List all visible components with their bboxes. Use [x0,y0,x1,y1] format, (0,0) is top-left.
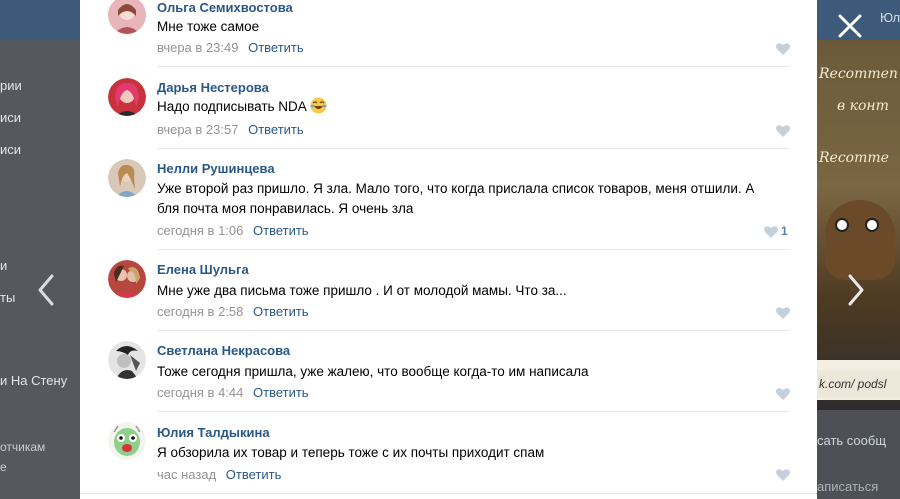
comment-text: Мне тоже самое [157,19,260,34]
background-menu-item: ты [0,290,16,305]
heart-icon[interactable] [775,387,791,401]
comment-text-content: Надо подписывать NDA [157,99,307,114]
comment-time[interactable]: сегодня в 2:58 [157,304,243,319]
joy-emoji-icon [310,97,327,114]
comment-item: Светлана Некрасова Тоже сегодня пришла, … [80,341,817,412]
comment-author[interactable]: Дарья Нестерова [157,80,269,95]
comment-text: Уже второй раз пришло. Я зла. Мало того,… [157,181,755,216]
comment-author[interactable]: Юлия Талдыкина [157,425,270,440]
background-user-name: Юл [880,10,900,25]
comment-meta: вчера в 23:49 Ответить [157,40,304,55]
comment-time[interactable]: вчера в 23:57 [157,122,238,137]
comment-meta: сегодня в 2:58 Ответить [157,304,309,319]
comment-text: Надо подписывать NDA [157,97,757,117]
background-menu-item: отчикам [0,440,46,454]
like-count: 1 [781,224,788,238]
background-post-image: Recommen в конт Recomme СЛУШ k.com/ pods… [817,40,900,410]
comment-author[interactable]: Елена Шульга [157,262,249,277]
reply-button[interactable]: Ответить [226,467,282,482]
divider [157,66,789,67]
reply-button[interactable]: Ответить [248,40,304,55]
heart-icon[interactable] [775,468,791,482]
divider [157,148,789,149]
comment-text: Тоже сегодня пришла, уже жалею, что вооб… [157,364,589,379]
comment-meta: час назад Ответить [157,467,281,482]
image-url: k.com/ podsl [817,370,900,398]
avatar[interactable] [108,78,146,116]
comment-author[interactable]: Ольга Семихвостова [157,0,293,15]
avatar[interactable] [108,159,146,197]
avatar[interactable] [108,341,146,379]
chevron-left-icon[interactable] [28,270,64,310]
divider [157,411,789,412]
background-menu-item: рии [0,78,22,93]
comment-item: Ольга Семихвостова Мне тоже самое вчера … [80,0,817,67]
comment-text: Мне уже два письма тоже пришло . И от мо… [157,283,567,298]
heart-icon[interactable] [775,124,791,138]
heart-icon[interactable] [775,42,791,56]
comment-author[interactable]: Светлана Некрасова [157,343,290,358]
background-menu-item: и [0,258,8,273]
comment-text: Я обзорила их товар и теперь тоже с их п… [157,445,545,460]
heart-icon[interactable] [763,225,779,239]
comment-time[interactable]: сегодня в 4:44 [157,385,243,400]
comment-meta: вчера в 23:57 Ответить [157,122,304,137]
comment-meta: сегодня в 1:06 Ответить [157,223,309,238]
comment-item: Дарья Нестерова Надо подписывать NDA вче… [80,78,817,149]
heart-icon[interactable] [775,306,791,320]
background-menu-item: и На Стену [0,373,68,388]
close-icon[interactable] [834,10,866,42]
background-menu-item: е [0,460,7,474]
reply-button[interactable]: Ответить [253,223,309,238]
reply-button[interactable]: Ответить [253,385,309,400]
background-menu-item: иси [0,110,22,125]
reply-button[interactable]: Ответить [253,304,309,319]
comment-author[interactable]: Нелли Рушинцева [157,161,275,176]
comment-item: Елена Шульга Мне уже два письма тоже при… [80,260,817,331]
comment-time[interactable]: час назад [157,467,216,482]
image-caption: Recommen [819,66,898,82]
comment-meta: сегодня в 4:44 Ответить [157,385,309,400]
avatar[interactable] [108,0,146,34]
comment-item: Нелли Рушинцева Уже второй раз пришло. Я… [80,159,817,250]
divider [157,249,789,250]
reply-button[interactable]: Ответить [248,122,304,137]
comments-panel: Ольга Семихвостова Мне тоже самое вчера … [80,0,817,499]
background-subscribe-button: аписаться [817,479,879,494]
image-caption: Recomme [819,150,889,166]
background-menu-item: иси [0,142,22,157]
divider [80,493,817,494]
background-send-message-button: сать сообщ [817,433,887,448]
avatar[interactable] [108,422,146,460]
chevron-right-icon[interactable] [838,270,874,310]
moose-illustration [825,200,895,280]
comment-item: Юлия Талдыкина Я обзорила их товар и теп… [80,422,817,492]
comment-time[interactable]: сегодня в 1:06 [157,223,243,238]
comment-time[interactable]: вчера в 23:49 [157,40,238,55]
divider [157,330,789,331]
avatar[interactable] [108,260,146,298]
image-caption: в конт [837,98,889,114]
